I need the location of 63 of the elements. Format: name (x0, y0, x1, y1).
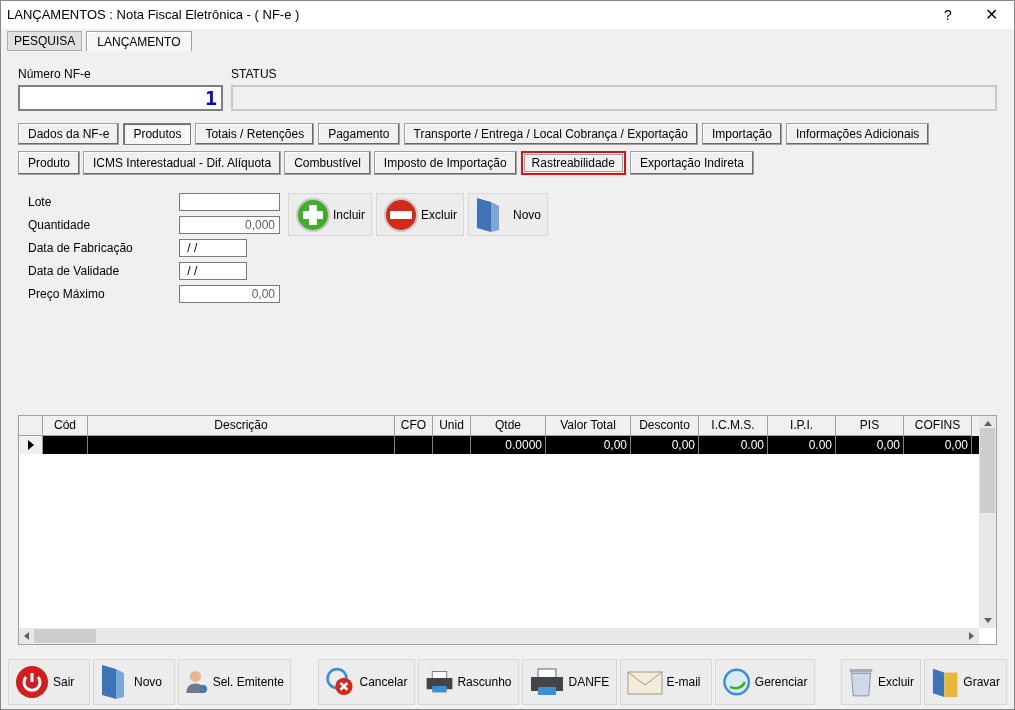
button[interactable]: Excluir (841, 659, 921, 705)
button[interactable]: Cancelar (317, 659, 415, 705)
tab[interactable]: Importação (701, 123, 782, 145)
window-title: LANÇAMENTOS : Nota Fiscal Eletrônica - ( NF-e ) (7, 6, 300, 25)
scroll-up-icon[interactable] (983, 421, 992, 426)
scroll-right-icon[interactable] (969, 632, 974, 640)
input-field[interactable]: / / (179, 239, 247, 257)
input-field[interactable] (179, 193, 280, 211)
minus-icon (383, 196, 419, 233)
tab[interactable]: Totais / Retenções (195, 123, 315, 145)
field-label: Data de Validade (28, 263, 121, 280)
tab[interactable]: LANÇAMENTO (86, 31, 192, 51)
tab[interactable]: Informações Adicionais (785, 123, 930, 145)
scrollbar-thumb[interactable] (980, 428, 995, 513)
scroll-down-icon[interactable] (983, 618, 992, 623)
tab[interactable]: Imposto de Importação (373, 151, 517, 175)
field-label: Número NF-e (18, 67, 92, 81)
close-button[interactable]: ✕ (968, 1, 1014, 29)
input-field[interactable]: / / (179, 262, 247, 280)
tab[interactable]: Produtos (123, 123, 192, 145)
field-label: Data de Fabricação (28, 240, 134, 257)
number-field[interactable]: 1 (18, 85, 223, 111)
button[interactable]: Gerenciar (714, 659, 815, 705)
input-field[interactable]: 0,000 (179, 216, 280, 234)
button[interactable]: Gravar (924, 659, 1007, 705)
table-cell: 0,00 (836, 436, 904, 454)
printer-icon (528, 667, 565, 697)
table-cell: 0.00 (699, 436, 768, 454)
button[interactable]: Excluir (376, 193, 465, 236)
button[interactable]: Novo (468, 193, 549, 236)
scroll-left-icon[interactable] (24, 632, 29, 640)
tab[interactable]: ICMS Interestadual - Dif. Alíquota (83, 151, 282, 175)
button[interactable]: Sel. Emitente (178, 659, 291, 705)
table-cell: 0.00 (768, 436, 836, 454)
button[interactable]: Sair (8, 659, 90, 705)
button[interactable]: Incluir (288, 193, 372, 236)
row-pointer-icon (27, 440, 34, 450)
help-button[interactable]: ? (928, 1, 968, 29)
button[interactable]: E-mail (619, 659, 712, 705)
field-label: Preço Máximo (28, 286, 106, 303)
tab[interactable]: PESQUISA (7, 31, 83, 51)
field-label: Lote (28, 194, 53, 211)
envelope-icon (626, 668, 663, 696)
table-cell: 0,00 (631, 436, 699, 454)
table-cell: 0,00 (546, 436, 631, 454)
tab[interactable]: Exportação Indireta (629, 151, 754, 175)
tab[interactable]: Produto (18, 151, 81, 175)
tab[interactable]: Pagamento (318, 123, 400, 145)
scrollbar-thumb[interactable] (34, 629, 96, 643)
tab[interactable]: Rastreabilidade (520, 151, 626, 175)
tab[interactable]: Dados da NF-e (18, 123, 120, 145)
input-field[interactable]: 0,00 (179, 285, 280, 303)
field-label: STATUS (231, 67, 278, 81)
power-icon (15, 665, 49, 699)
table-cell: 0.0000 (471, 436, 546, 454)
tab[interactable]: Transporte / Entrega / Local Cobrança / Exportação (403, 123, 698, 145)
button[interactable]: Novo (93, 659, 175, 705)
button[interactable]: Rascunho (417, 659, 519, 705)
tab[interactable]: Combustível (284, 151, 371, 175)
field-label: Quantidade (28, 217, 92, 234)
button[interactable]: DANFE (521, 659, 617, 705)
plus-icon (295, 196, 331, 233)
table-cell: 0,00 (904, 436, 972, 454)
